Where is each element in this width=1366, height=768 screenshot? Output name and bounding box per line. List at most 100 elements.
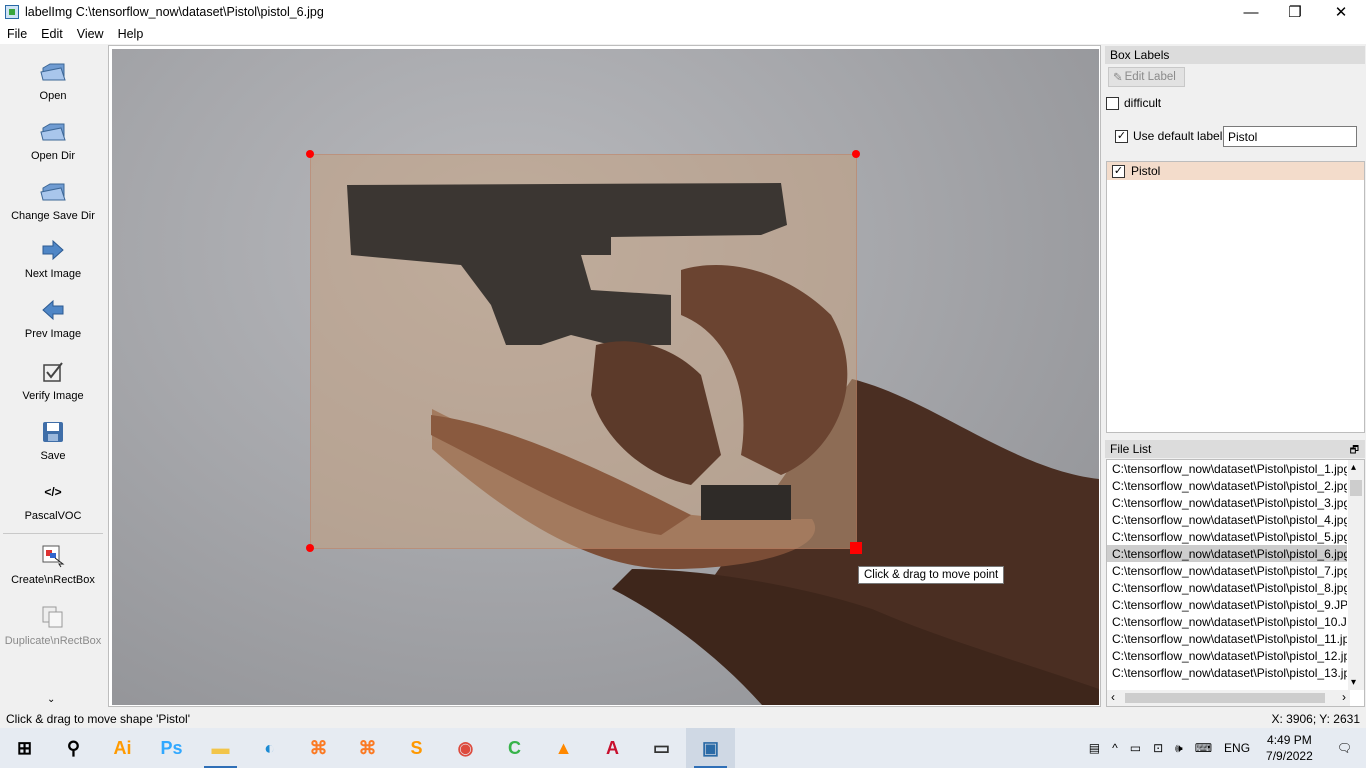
keyboard-icon[interactable]: ⌨ [1189, 741, 1218, 755]
floppy-disk-icon [42, 414, 64, 450]
illustrator-app[interactable]: Ai [98, 728, 147, 768]
bbox-corner-bottom-right[interactable] [850, 542, 862, 554]
format-label: PascalVOC [24, 510, 82, 522]
network-icon[interactable]: ⊡ [1147, 741, 1169, 755]
file-list-item[interactable]: C:\tensorflow_now\dataset\Pistol\pistol_… [1107, 647, 1347, 664]
open-dir-button[interactable]: Open Dir [0, 114, 106, 172]
chevron-down-icon[interactable]: ⌄ [47, 694, 55, 705]
system-tray: ▤ ^ ▭ ⊡ 🕪 ⌨ ENG 4:49 PM 7/9/2022 🗨 [1083, 728, 1366, 768]
horizontal-scroll-thumb[interactable] [1125, 693, 1325, 703]
chrome-app[interactable]: ◉ [441, 728, 490, 768]
file-explorer-app[interactable]: ▬ [196, 728, 245, 768]
volume-icon[interactable]: 🕪 [1169, 741, 1189, 756]
news-widget-icon[interactable]: ▤ [1083, 741, 1106, 755]
file-list[interactable]: C:\tensorflow_now\dataset\Pistol\pistol_… [1106, 459, 1365, 707]
create-rectbox-button[interactable]: Create\nRectBox [0, 538, 106, 596]
label-list[interactable]: ✓ Pistol [1106, 161, 1365, 433]
float-window-icon[interactable]: 🗗 [1350, 443, 1359, 460]
difficult-checkbox[interactable] [1106, 96, 1119, 110]
bbox-corner-bottom-left[interactable] [306, 544, 314, 552]
camtasia-app[interactable]: C [490, 728, 539, 768]
vlc-app[interactable]: ▲ [539, 728, 588, 768]
save-label: Save [40, 450, 66, 462]
file-list-item[interactable]: C:\tensorflow_now\dataset\Pistol\pistol_… [1107, 630, 1347, 647]
search-button-icon: ⚲ [66, 737, 81, 758]
folder-icon [40, 114, 66, 150]
format-button[interactable]: </> PascalVOC [0, 474, 106, 532]
sublime-app[interactable]: S [392, 728, 441, 768]
next-image-label: Next Image [24, 268, 82, 280]
file-list-item[interactable]: C:\tensorflow_now\dataset\Pistol\pistol_… [1107, 579, 1347, 596]
tray-chevron-icon[interactable]: ^ [1106, 741, 1124, 755]
arrow-left-icon [41, 292, 65, 328]
clock[interactable]: 4:49 PM 7/9/2022 [1256, 732, 1323, 764]
start-button[interactable]: ⊞ [0, 728, 49, 768]
close-button[interactable]: ✕ [1318, 0, 1364, 24]
scroll-right-icon[interactable]: › [1342, 690, 1346, 704]
file-list-item[interactable]: C:\tensorflow_now\dataset\Pistol\pistol_… [1107, 528, 1347, 545]
minimize-button[interactable]: — [1228, 0, 1274, 24]
menu-help[interactable]: Help [111, 27, 151, 41]
verify-image-label: Verify Image [22, 390, 84, 402]
photoshop-app[interactable]: Ps [147, 728, 196, 768]
duplicate-rectbox-button[interactable]: Duplicate\nRectBox [0, 599, 106, 657]
checkbox-icon [42, 354, 64, 390]
notification-icon[interactable]: 🗨 [1323, 741, 1366, 755]
bbox-corner-top-left[interactable] [306, 150, 314, 158]
labelimg-app[interactable]: ▣ [686, 728, 735, 768]
vertical-scrollbar[interactable]: ▴ ▾ [1348, 460, 1364, 690]
language-indicator[interactable]: ENG [1218, 741, 1256, 755]
edit-label-button[interactable]: ✎ Edit Label [1108, 67, 1185, 87]
terminal-app[interactable]: ▭ [637, 728, 686, 768]
photoshop-app-icon: Ps [160, 737, 183, 758]
edit-label-text: Edit Label [1124, 71, 1176, 83]
file-list-item[interactable]: C:\tensorflow_now\dataset\Pistol\pistol_… [1107, 545, 1347, 562]
maximize-button[interactable]: ❐ [1272, 0, 1318, 24]
file-list-dock: File List 🗗 [1105, 440, 1365, 458]
vertical-scroll-thumb[interactable] [1350, 480, 1362, 496]
scroll-up-icon[interactable]: ▴ [1351, 462, 1356, 473]
search-button[interactable]: ⚲ [49, 728, 98, 768]
battery-icon[interactable]: ▭ [1124, 741, 1147, 755]
acrobat-app[interactable]: A [588, 728, 637, 768]
verify-image-button[interactable]: Verify Image [0, 354, 106, 412]
use-default-label-checkbox[interactable]: ✓ [1115, 129, 1128, 143]
photo-image: Click & drag to move point [112, 49, 1099, 705]
status-message: Click & drag to move shape 'Pistol' [6, 711, 190, 726]
open-button[interactable]: Open [0, 54, 106, 112]
tooltip: Click & drag to move point [858, 566, 1005, 584]
file-list-item[interactable]: C:\tensorflow_now\dataset\Pistol\pistol_… [1107, 664, 1347, 681]
next-image-button[interactable]: Next Image [0, 232, 106, 290]
scroll-left-icon[interactable]: ‹ [1111, 690, 1115, 704]
default-label-input[interactable]: Pistol [1223, 126, 1357, 147]
image-canvas[interactable]: Click & drag to move point [108, 45, 1101, 707]
menu-file[interactable]: File [0, 27, 34, 41]
prev-image-button[interactable]: Prev Image [0, 292, 106, 350]
file-list-item[interactable]: C:\tensorflow_now\dataset\Pistol\pistol_… [1107, 596, 1347, 613]
menu-view[interactable]: View [70, 27, 111, 41]
file-list-title: File List 🗗 [1105, 440, 1365, 458]
change-save-dir-button[interactable]: Change Save Dir [0, 174, 106, 232]
file-list-item[interactable]: C:\tensorflow_now\dataset\Pistol\pistol_… [1107, 613, 1347, 630]
bounding-box-pistol[interactable] [310, 154, 857, 549]
file-list-item[interactable]: C:\tensorflow_now\dataset\Pistol\pistol_… [1107, 477, 1347, 494]
label-item-checkbox[interactable]: ✓ [1112, 164, 1125, 178]
save-button[interactable]: Save [0, 414, 106, 472]
menu-edit[interactable]: Edit [34, 27, 70, 41]
bbox-corner-top-right[interactable] [852, 150, 860, 158]
use-default-label-row[interactable]: ✓ Use default label [1115, 129, 1222, 143]
difficult-checkbox-row[interactable]: difficult [1106, 96, 1161, 110]
arrow-right-icon [41, 232, 65, 268]
xampp-app-2[interactable]: ⌘ [343, 728, 392, 768]
scroll-down-icon[interactable]: ▾ [1351, 677, 1356, 688]
toolbar-divider [3, 533, 103, 534]
label-list-item[interactable]: ✓ Pistol [1107, 162, 1364, 180]
file-list-item[interactable]: C:\tensorflow_now\dataset\Pistol\pistol_… [1107, 460, 1347, 477]
file-list-item[interactable]: C:\tensorflow_now\dataset\Pistol\pistol_… [1107, 511, 1347, 528]
tool-bar: Open Open Dir Change Save Dir Next Image… [0, 44, 106, 710]
edge-app[interactable]: ◐ [245, 728, 294, 768]
xampp-app[interactable]: ⌘ [294, 728, 343, 768]
file-list-item[interactable]: C:\tensorflow_now\dataset\Pistol\pistol_… [1107, 562, 1347, 579]
horizontal-scrollbar[interactable]: ‹ › [1107, 690, 1350, 706]
file-list-item[interactable]: C:\tensorflow_now\dataset\Pistol\pistol_… [1107, 494, 1347, 511]
